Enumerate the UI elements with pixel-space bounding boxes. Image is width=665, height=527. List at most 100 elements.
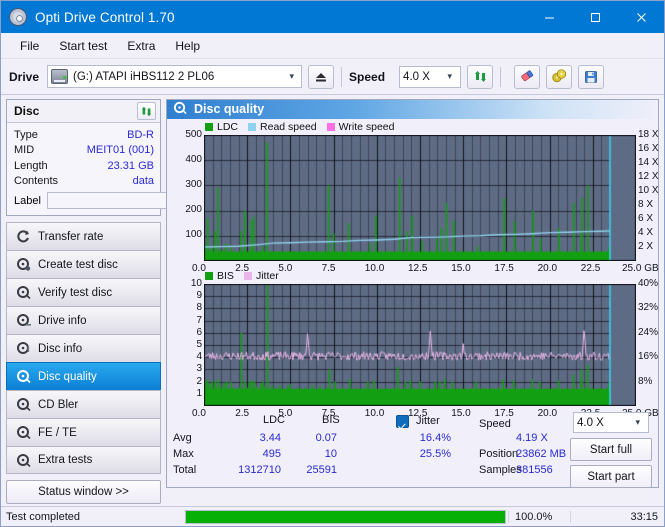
test-speed-value: 4.0 X (577, 417, 604, 429)
disc-row-mid: MID MEIT01 (001) (14, 143, 154, 159)
menu-item-help[interactable]: Help (166, 36, 209, 56)
stats-col-ldc: LDC (263, 414, 285, 426)
refresh-button[interactable] (467, 65, 493, 89)
bis-avg-value: 0.07 (297, 432, 337, 444)
eject-button[interactable] (308, 65, 334, 89)
extra-tests-icon (16, 453, 31, 468)
drive-label: Drive (9, 70, 39, 84)
sidebar-item-disc-info[interactable]: Disc info (6, 334, 161, 362)
sidebar-item-verify-test-disc[interactable]: Verify test disc (6, 278, 161, 306)
legend-swatch-read-speed (248, 123, 256, 131)
status-window-button[interactable]: Status window >> (6, 480, 161, 504)
sidebar-item-label: Extra tests (38, 454, 92, 466)
app-window: Opti Drive Control 1.70 File Start test … (0, 0, 665, 527)
content-panel: Disc quality LDC Read speed Write speed … (166, 99, 659, 488)
sidebar-item-label: Disc quality (38, 371, 97, 383)
axis-tick-label: 200 (172, 204, 202, 215)
disc-info-icon (16, 341, 31, 356)
disc-row-key: Contents (14, 175, 58, 187)
menu-item-extra[interactable]: Extra (118, 36, 164, 56)
bis-chart-canvas[interactable] (204, 284, 636, 406)
sidebar-item-label: FE / TE (38, 427, 77, 439)
toolbar-separator-1 (341, 67, 342, 87)
disc-row-contents: Contents data (14, 174, 154, 190)
erase-button[interactable] (514, 65, 540, 89)
axis-tick-label: 3 (172, 363, 202, 374)
chevron-down-icon: ▾ (290, 71, 300, 82)
bis-chart-legend: BIS Jitter (205, 270, 285, 282)
axis-tick-label: 6 (172, 327, 202, 338)
legend-swatch-jitter (244, 272, 252, 280)
toolbar-separator-2 (500, 67, 501, 87)
axis-tick-label: 32% (638, 302, 658, 313)
ldc-chart: LDC Read speed Write speed 1002003004005… (167, 119, 658, 270)
axis-tick-label: 300 (172, 179, 202, 190)
sidebar-item-extra-tests[interactable]: Extra tests (6, 446, 161, 474)
ldc-max-value: 495 (237, 448, 281, 460)
drive-select[interactable]: (G:) ATAPI iHBS112 2 PL06 ▾ (47, 65, 302, 88)
ldc-avg-value: 3.44 (237, 432, 281, 444)
axis-tick-label: 2 X (638, 241, 653, 252)
disc-refresh-button[interactable] (137, 102, 156, 120)
start-part-button[interactable]: Start part (570, 465, 652, 488)
legend-swatch-ldc (205, 123, 213, 131)
axis-tick-label: 18 X (638, 129, 659, 140)
window-controls (526, 1, 664, 33)
samples-value: 381556 (516, 464, 578, 476)
jitter-checkbox[interactable] (396, 415, 409, 428)
stats-row-total: Total (173, 464, 196, 476)
axis-tick-label: 14 X (638, 157, 659, 168)
disc-row-key: Length (14, 160, 48, 172)
test-speed-select[interactable]: 4.0 X ▾ (573, 412, 649, 433)
stats-col-bis: BIS (322, 414, 340, 426)
progress-percent: 100.0% (508, 511, 570, 523)
position-value: 23862 MB (516, 448, 578, 460)
disc-panel-header: Disc (7, 100, 160, 123)
minimize-icon[interactable] (526, 1, 572, 33)
bis-max-value: 10 (297, 448, 337, 460)
sidebar-item-disc-quality[interactable]: Disc quality (6, 362, 161, 390)
menu-item-start-test[interactable]: Start test (50, 36, 116, 56)
sidebar-item-drive-info[interactable]: Drive info (6, 306, 161, 334)
speed-label: Speed (349, 70, 385, 84)
ldc-chart-canvas[interactable] (204, 135, 636, 261)
legend-label-write-speed: Write speed (339, 121, 395, 133)
disc-quality-icon (173, 101, 187, 118)
sidebar-item-fe-te[interactable]: FE / TE (6, 418, 161, 446)
close-icon[interactable] (618, 1, 664, 33)
stats-position-label: Position (479, 448, 518, 460)
jitter-label: Jitter (416, 415, 440, 427)
legend-label-ldc: LDC (217, 121, 238, 133)
sidebar-item-cd-bler[interactable]: CD Bler (6, 390, 161, 418)
fe-te-icon (16, 425, 31, 440)
bis-chart: BIS Jitter 123456789108%16%24%32%40%0.02… (167, 270, 658, 412)
menu-item-file[interactable]: File (11, 36, 48, 56)
speed-value: 4.19 X (516, 432, 560, 444)
legend-swatch-write-speed (327, 123, 335, 131)
save-button[interactable] (578, 65, 604, 89)
axis-tick-label: 10 (172, 278, 202, 289)
bis-total-value: 25591 (287, 464, 337, 476)
sidebar-item-label: Create test disc (38, 259, 118, 271)
disc-row-value: 23.31 GB (108, 160, 154, 172)
sidebar-item-label: Verify test disc (38, 287, 112, 299)
chevron-down-icon: ▾ (635, 417, 645, 428)
speed-select-value: 4.0 X (403, 71, 430, 83)
axis-tick-label: 2 (172, 376, 202, 387)
sidebar-item-transfer-rate[interactable]: Transfer rate (6, 222, 161, 250)
main-body: Disc Type BD-R (1, 95, 664, 488)
disc-tools-button[interactable] (546, 65, 572, 89)
axis-tick-label: 4 X (638, 227, 653, 238)
axis-tick-label: 8% (638, 376, 652, 387)
content-header: Disc quality (167, 100, 658, 119)
axis-tick-label: 400 (172, 154, 202, 165)
sidebar-item-create-test-disc[interactable]: Create test disc (6, 250, 161, 278)
maximize-icon[interactable] (572, 1, 618, 33)
speed-select[interactable]: 4.0 X ▾ (399, 66, 461, 88)
sidebar-item-label: CD Bler (38, 399, 78, 411)
legend-label-read-speed: Read speed (260, 121, 317, 133)
jitter-max-value: 25.5% (399, 448, 451, 460)
progress-bar (185, 510, 506, 524)
start-full-button[interactable]: Start full (570, 438, 652, 461)
axis-tick-label: 9 (172, 290, 202, 301)
